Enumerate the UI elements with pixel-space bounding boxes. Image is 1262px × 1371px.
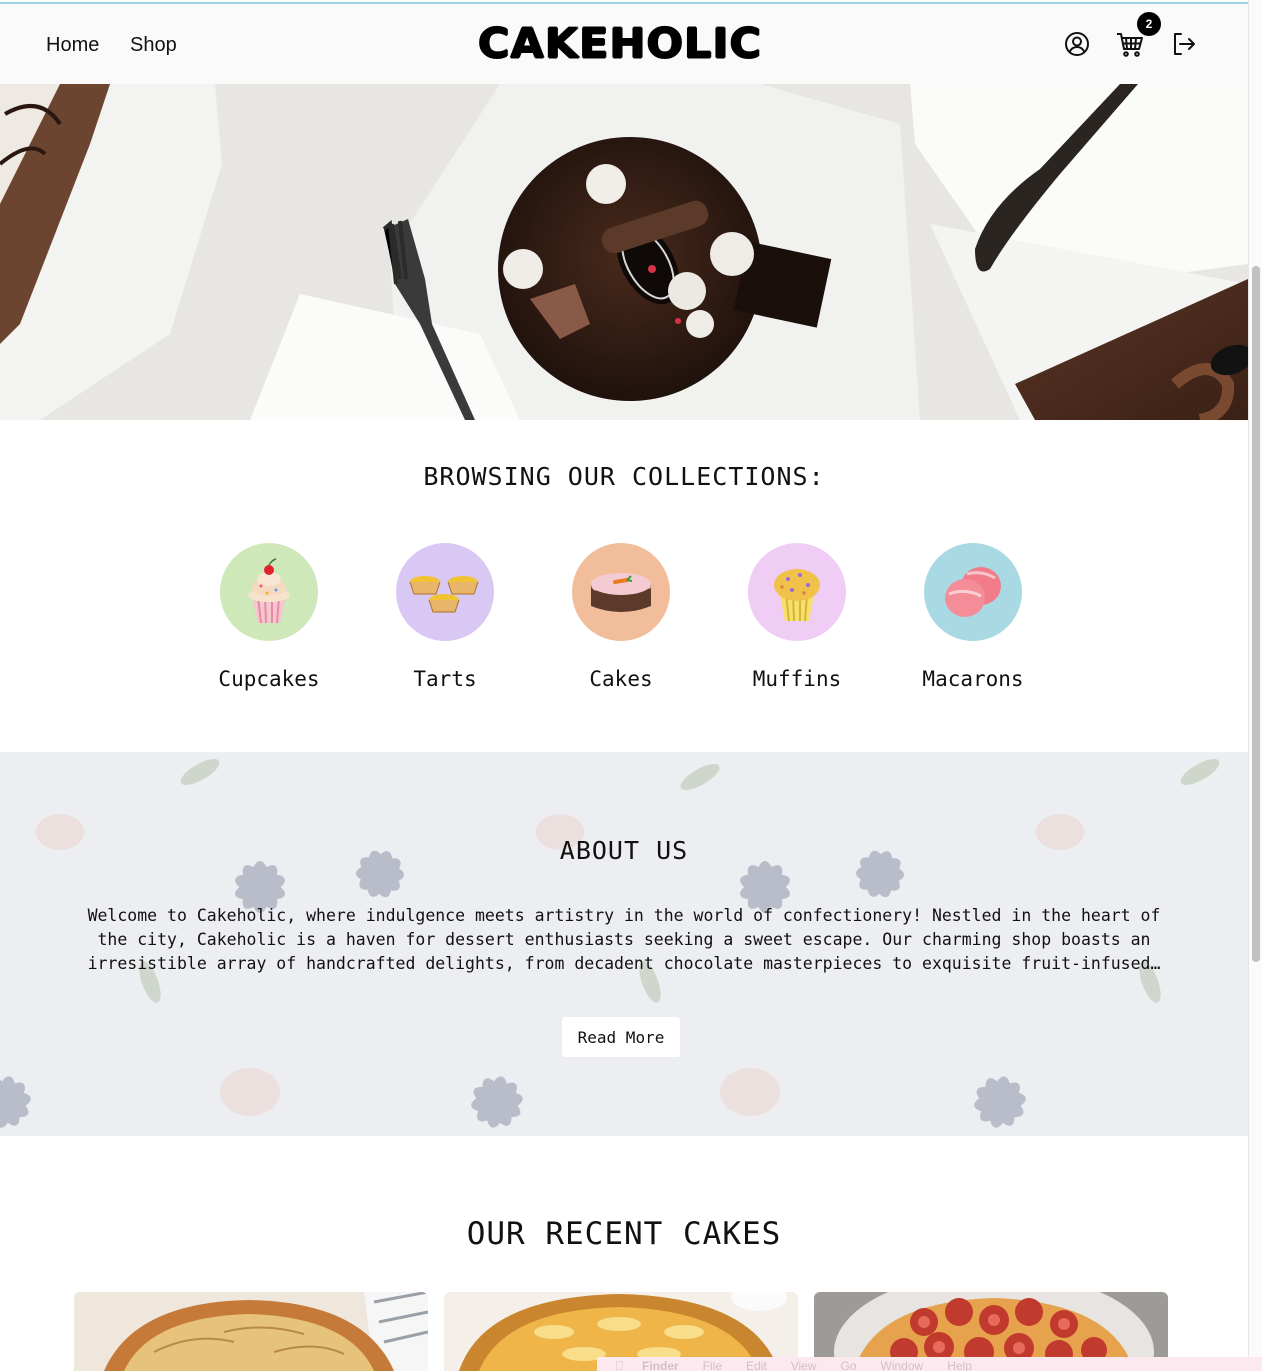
collection-cakes[interactable]: Cakes <box>551 543 691 691</box>
collection-cupcakes[interactable]: Cupcakes <box>199 543 339 691</box>
os-menubar:  Finder File Edit View Go Window Help <box>597 1357 1262 1371</box>
user-circle-icon[interactable] <box>1063 30 1091 58</box>
recent-cake-card[interactable] <box>74 1292 428 1371</box>
recent-cakes-title: OUR RECENT CAKES <box>466 1216 782 1252</box>
logout-icon[interactable] <box>1170 30 1198 58</box>
apple-icon[interactable]:  <box>615 1357 624 1371</box>
collection-muffins[interactable]: Muffins <box>727 543 867 691</box>
collection-tarts[interactable]: Tarts <box>375 543 515 691</box>
scrollbar-thumb[interactable] <box>1252 266 1260 962</box>
read-more-button[interactable]: Read More <box>562 1017 680 1057</box>
cupcake-icon <box>220 543 318 641</box>
about-title: ABOUT US <box>559 836 689 865</box>
hero-banner-image <box>0 84 1248 420</box>
site-logo[interactable]: CAKEHOLIC <box>474 21 766 67</box>
menu-view[interactable]: View <box>791 1357 817 1371</box>
tart-icon <box>396 543 494 641</box>
collections-title: BROWSING OUR COLLECTIONS: <box>423 462 825 491</box>
collection-label-muffins: Muffins <box>752 667 842 691</box>
collection-label-cakes: Cakes <box>589 667 653 691</box>
nav-shop-link[interactable]: Shop <box>130 34 177 57</box>
macaron-icon <box>924 543 1022 641</box>
menu-file[interactable]: File <box>703 1357 722 1371</box>
muffin-icon <box>748 543 846 641</box>
collection-macarons[interactable]: Macarons <box>903 543 1043 691</box>
cart-count-badge: 2 <box>1137 12 1161 36</box>
collection-label-macarons: Macarons <box>922 667 1024 691</box>
cake-icon <box>572 543 670 641</box>
navbar: Home Shop CAKEHOLIC <box>0 4 1248 84</box>
menu-edit[interactable]: Edit <box>746 1357 767 1371</box>
collection-label-tarts: Tarts <box>413 667 477 691</box>
collection-label-cupcakes: Cupcakes <box>218 667 320 691</box>
menu-window[interactable]: Window <box>881 1357 924 1371</box>
about-section: ABOUT US Welcome to Cakeholic, where ind… <box>0 752 1248 1136</box>
menu-go[interactable]: Go <box>841 1357 857 1371</box>
nav-home-link[interactable]: Home <box>46 34 99 57</box>
about-text: Welcome to Cakeholic, where indulgence m… <box>87 906 1161 973</box>
cart-icon[interactable] <box>1116 30 1144 58</box>
menu-help[interactable]: Help <box>947 1357 972 1371</box>
page-scrollbar[interactable] <box>1248 0 1262 1371</box>
menu-finder[interactable]: Finder <box>642 1357 679 1371</box>
